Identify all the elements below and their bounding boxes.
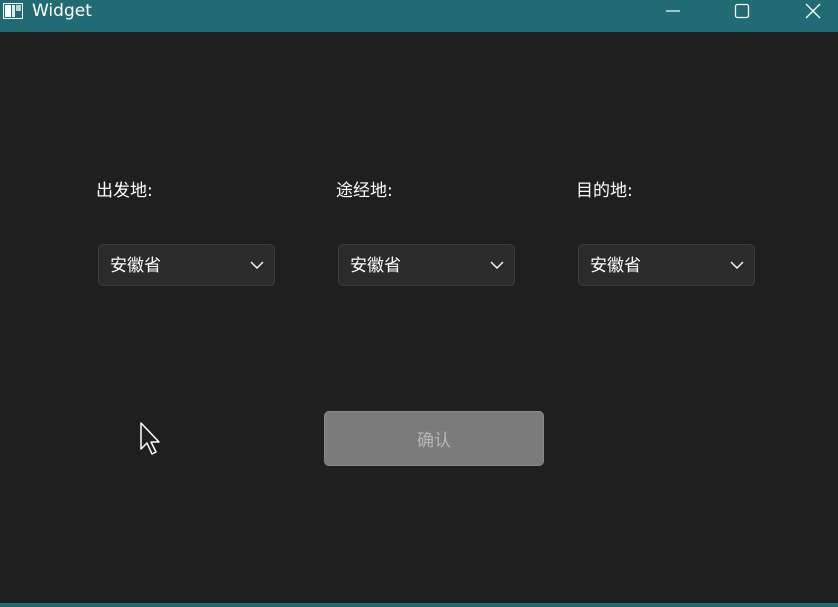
close-button[interactable] <box>790 0 836 22</box>
confirm-button[interactable]: 确认 <box>324 411 544 466</box>
minimize-icon <box>666 10 680 12</box>
maximize-button[interactable] <box>719 0 765 22</box>
maximize-icon <box>734 3 750 19</box>
window-title: Widget <box>32 1 92 21</box>
app-icon <box>3 3 23 19</box>
departure-select[interactable]: 安徽省 <box>98 244 275 286</box>
minimize-button[interactable] <box>650 0 696 22</box>
destination-select-value: 安徽省 <box>590 256 641 276</box>
chevron-down-icon <box>490 261 504 269</box>
window-bottom-border <box>0 603 838 607</box>
close-icon <box>805 3 821 19</box>
waypoint-select-value: 安徽省 <box>350 256 401 276</box>
chevron-down-icon <box>250 261 264 269</box>
waypoint-select[interactable]: 安徽省 <box>338 244 515 286</box>
title-bar[interactable]: Widget <box>0 0 838 32</box>
mouse-cursor-icon <box>140 422 160 455</box>
destination-select[interactable]: 安徽省 <box>578 244 755 286</box>
chevron-down-icon <box>730 261 744 269</box>
waypoint-label: 途经地: <box>336 181 393 201</box>
destination-label: 目的地: <box>576 181 633 201</box>
app-window: Widget 出发地: 途经地: 目的地: 安徽省 安徽省 安徽省 确认 <box>0 0 838 607</box>
departure-select-value: 安徽省 <box>110 256 161 276</box>
departure-label: 出发地: <box>96 181 153 201</box>
